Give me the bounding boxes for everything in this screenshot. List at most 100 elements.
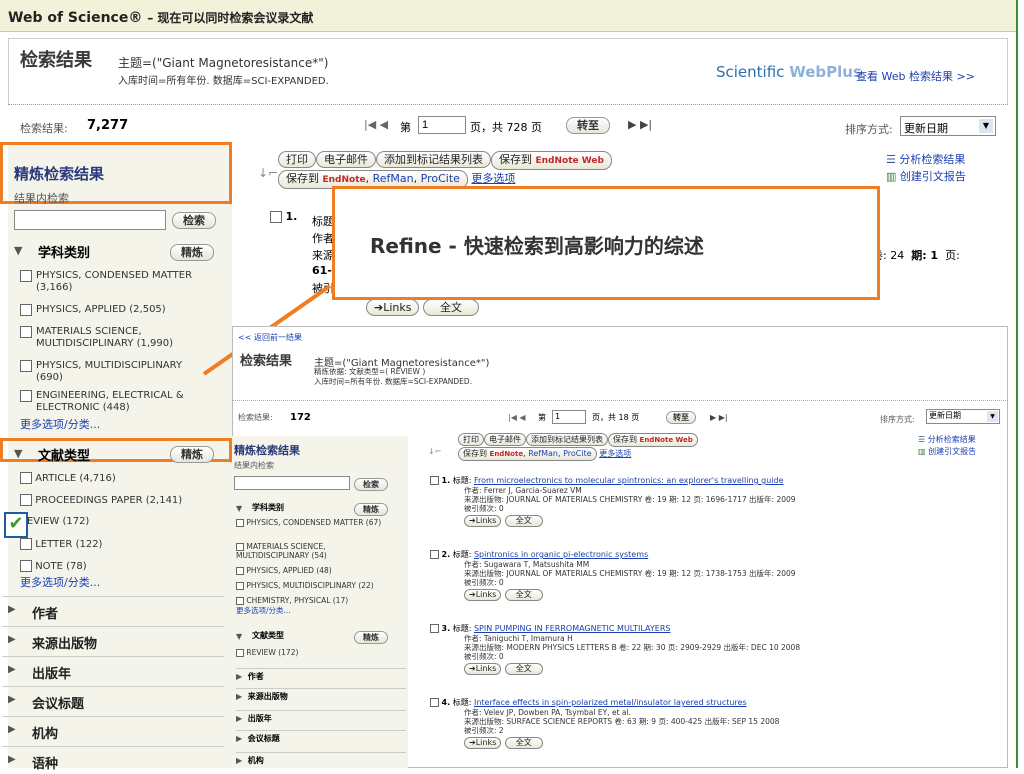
subject-refine-button[interactable]: 精炼 bbox=[170, 244, 214, 261]
fulltext-button[interactable]: 全文 bbox=[504, 737, 543, 749]
checkbox[interactable] bbox=[20, 326, 32, 338]
section-org[interactable]: ▶ 机构 bbox=[2, 716, 224, 744]
more-options-link[interactable]: 更多选项 bbox=[471, 172, 515, 185]
webplus-logo[interactable]: Scientific WebPlus bbox=[716, 63, 862, 81]
record-checkbox[interactable] bbox=[430, 698, 439, 707]
inner-save-endnote-web[interactable]: 保存到 EndNote Web bbox=[608, 433, 698, 447]
doctype-item[interactable]: PROCEEDINGS PAPER (2,141) bbox=[20, 494, 182, 507]
fulltext-button[interactable]: 全文 bbox=[422, 299, 479, 316]
inner-page-input[interactable]: 1 bbox=[552, 410, 586, 424]
inner-analyze-link[interactable]: ☰ 分析检索结果 bbox=[918, 435, 976, 445]
inner-save-endnote[interactable]: 保存到 EndNote, RefMan, ProCite bbox=[458, 447, 597, 461]
section-language[interactable]: ▶ 语种 bbox=[2, 746, 224, 774]
inner-add-marked-button[interactable]: 添加到标记结果列表 bbox=[526, 433, 608, 446]
links-button[interactable]: ➔Links bbox=[464, 515, 502, 527]
add-marked-button[interactable]: 添加到标记结果列表 bbox=[376, 151, 491, 168]
goto-button[interactable]: 转至 bbox=[566, 117, 610, 134]
checked-checkbox-icon[interactable]: ✔ bbox=[4, 512, 28, 538]
record-checkbox[interactable] bbox=[430, 624, 439, 633]
doctype-item[interactable]: NOTE (78) bbox=[20, 560, 87, 573]
subject-item[interactable]: PHYSICS, APPLIED (2,505) bbox=[20, 304, 220, 316]
more-options-link[interactable]: 更多选项/分类... bbox=[20, 574, 100, 590]
checkbox[interactable] bbox=[20, 304, 32, 316]
record-title-link[interactable]: SPIN PUMPING IN FERROMAGNETIC MULTILAYER… bbox=[474, 624, 671, 633]
inner-next-icon[interactable]: ▶ ▶| bbox=[710, 413, 728, 423]
page-input[interactable] bbox=[418, 116, 466, 134]
next-last-icon[interactable]: ▶ ▶| bbox=[628, 118, 652, 131]
record-title-link[interactable]: Spintronics in organic pi-electronic sys… bbox=[474, 550, 648, 559]
inner-subject-item[interactable]: PHYSICS, CONDENSED MATTER (67) bbox=[236, 518, 396, 527]
email-button[interactable]: 电子邮件 bbox=[316, 151, 376, 168]
doctype-item[interactable]: ARTICLE (4,716) bbox=[20, 472, 116, 485]
checkbox[interactable] bbox=[20, 360, 32, 372]
inner-section-author[interactable]: ▶ 作者 bbox=[236, 668, 406, 682]
subject-item[interactable]: ENGINEERING, ELECTRICAL & ELECTRONIC (44… bbox=[20, 390, 220, 414]
inner-doctype-item[interactable]: REVIEW (172) bbox=[236, 648, 298, 657]
inner-more-link[interactable]: 更多选项/分类... bbox=[236, 606, 291, 615]
inner-print-button[interactable]: 打印 bbox=[458, 433, 484, 446]
inner-prev-icon[interactable]: |◀ ◀ bbox=[508, 413, 526, 423]
checkbox[interactable] bbox=[236, 519, 244, 527]
checkbox[interactable] bbox=[20, 538, 32, 550]
first-prev-icon[interactable]: |◀ ◀ bbox=[364, 118, 388, 131]
checkbox[interactable] bbox=[236, 649, 244, 657]
inner-subject-item[interactable]: PHYSICS, MULTIDISCIPLINARY (22) bbox=[236, 581, 374, 590]
inner-citation-report[interactable]: ▥ 创建引文报告 bbox=[918, 447, 976, 457]
checkbox[interactable] bbox=[236, 543, 244, 551]
inner-goto-button[interactable]: 转至 bbox=[666, 411, 696, 424]
inner-more-options[interactable]: 更多选项 bbox=[599, 449, 631, 458]
doctype-item[interactable]: REVIEW (172) bbox=[20, 516, 89, 528]
record-checkbox[interactable] bbox=[430, 550, 439, 559]
inner-section-org[interactable]: ▶ 机构 bbox=[236, 752, 406, 766]
record-checkbox[interactable] bbox=[430, 476, 439, 485]
within-search-button[interactable]: 检索 bbox=[172, 212, 216, 229]
save-endnote-web-button[interactable]: 保存到 EndNote Web bbox=[491, 151, 612, 170]
doctype-refine-button[interactable]: 精炼 bbox=[170, 446, 214, 463]
subject-item[interactable]: PHYSICS, CONDENSED MATTER (3,166) bbox=[20, 270, 220, 294]
inner-subject-item[interactable]: CHEMISTRY, PHYSICAL (17) bbox=[236, 596, 348, 605]
checkbox[interactable] bbox=[236, 567, 244, 575]
subject-item[interactable]: MATERIALS SCIENCE, MULTIDISCIPLINARY (1,… bbox=[20, 326, 220, 350]
links-button[interactable]: ➔Links bbox=[464, 589, 502, 601]
citation-report-link[interactable]: ▥ 创建引文报告 bbox=[886, 168, 966, 184]
inner-search-button[interactable]: 检索 bbox=[354, 478, 388, 491]
print-button[interactable]: 打印 bbox=[278, 151, 316, 168]
inner-subject-item[interactable]: PHYSICS, APPLIED (48) bbox=[236, 566, 332, 575]
record-checkbox[interactable] bbox=[270, 211, 282, 223]
fulltext-button[interactable]: 全文 bbox=[504, 515, 543, 527]
links-button[interactable]: ➔Links bbox=[366, 299, 420, 316]
links-button[interactable]: ➔Links bbox=[464, 663, 502, 675]
links-button[interactable]: ➔Links bbox=[464, 737, 502, 749]
within-search-input[interactable] bbox=[14, 210, 166, 230]
doctype-item[interactable]: LETTER (122) bbox=[20, 538, 102, 551]
inner-subject-item[interactable]: MATERIALS SCIENCE, MULTIDISCIPLINARY (54… bbox=[236, 542, 346, 560]
checkbox[interactable] bbox=[20, 270, 32, 282]
checkbox[interactable] bbox=[20, 472, 32, 484]
section-author[interactable]: ▶ 作者 bbox=[2, 596, 224, 624]
checkbox[interactable] bbox=[20, 560, 32, 572]
sort-select[interactable]: 更新日期 ▼ bbox=[900, 116, 996, 136]
back-link[interactable]: << 返回前一结果 bbox=[238, 333, 302, 343]
section-year[interactable]: ▶ 出版年 bbox=[2, 656, 224, 684]
analyze-link[interactable]: ☰ 分析检索结果 bbox=[886, 151, 965, 167]
more-options-link[interactable]: 更多选项/分类... bbox=[20, 416, 100, 432]
checkbox[interactable] bbox=[20, 494, 32, 506]
fulltext-button[interactable]: 全文 bbox=[504, 663, 543, 675]
inner-sort-select[interactable]: 更新日期 ▼ bbox=[926, 409, 1000, 424]
inner-email-button[interactable]: 电子邮件 bbox=[484, 433, 526, 446]
subject-item[interactable]: PHYSICS, MULTIDISCIPLINARY (690) bbox=[20, 360, 220, 384]
checkbox[interactable] bbox=[20, 390, 32, 402]
section-source[interactable]: ▶ 来源出版物 bbox=[2, 626, 224, 654]
inner-section-year[interactable]: ▶ 出版年 bbox=[236, 710, 406, 724]
fulltext-button[interactable]: 全文 bbox=[504, 589, 543, 601]
section-conference[interactable]: ▶ 会议标题 bbox=[2, 686, 224, 714]
inner-doctype-refine-button[interactable]: 精炼 bbox=[354, 631, 388, 644]
checkbox[interactable] bbox=[236, 582, 244, 590]
checkbox[interactable] bbox=[236, 597, 244, 605]
record-title-link[interactable]: From microelectronics to molecular spint… bbox=[474, 476, 784, 485]
inner-section-source[interactable]: ▶ 来源出版物 bbox=[236, 688, 406, 702]
inner-section-conference[interactable]: ▶ 会议标题 bbox=[236, 730, 406, 744]
inner-refine-button[interactable]: 精炼 bbox=[354, 503, 388, 516]
inner-within-input[interactable] bbox=[234, 476, 350, 490]
webplus-link[interactable]: 查看 Web 检索结果 >> bbox=[856, 68, 975, 84]
